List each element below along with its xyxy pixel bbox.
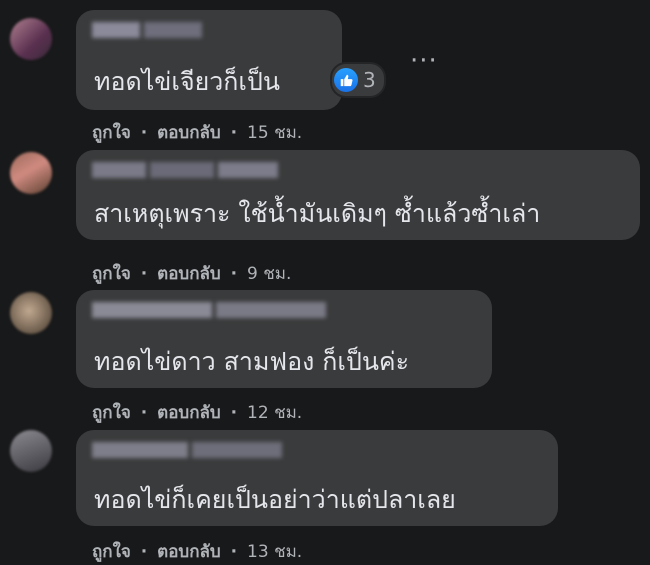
- avatar[interactable]: [10, 18, 52, 60]
- thumbs-up-icon: [334, 68, 358, 92]
- comment-text: สาเหตุเพราะ ใช้น้ำมันเดิมๆ ซ้ำแล้วซ้ำเล่…: [94, 199, 541, 228]
- commenter-name-blurred[interactable]: [92, 442, 282, 460]
- comment-bubble: ทอดไข่เจียวก็เป็น: [76, 10, 342, 110]
- comment-text: ทอดไข่เจียวก็เป็น: [94, 67, 280, 96]
- reaction-count: 3: [363, 68, 376, 92]
- comment-bubble: ทอดไข่ก็เคยเป็นอย่าว่าแต่ปลาเลย: [76, 430, 558, 526]
- more-options-icon[interactable]: ···: [410, 46, 438, 76]
- commenter-name-blurred[interactable]: [92, 22, 202, 40]
- comment-text: ทอดไข่ก็เคยเป็นอย่าว่าแต่ปลาเลย: [94, 485, 456, 514]
- reaction-summary[interactable]: 3: [330, 62, 386, 98]
- avatar[interactable]: [10, 430, 52, 472]
- avatar[interactable]: [10, 152, 52, 194]
- comment-bubble: ทอดไข่ดาว สามฟอง ก็เป็นค่ะ: [76, 290, 492, 388]
- comment-text: ทอดไข่ดาว สามฟอง ก็เป็นค่ะ: [94, 347, 410, 376]
- comment-item: ทอดไข่เจียวก็เป็น 3 ··· ถูกใจ · ตอบกลับ …: [0, 0, 650, 143]
- comment-bubble: สาเหตุเพราะ ใช้น้ำมันเดิมๆ ซ้ำแล้วซ้ำเล่…: [76, 150, 640, 240]
- comment-item: ทอดไข่ก็เคยเป็นอย่าว่าแต่ปลาเลย ถูกใจ · …: [0, 420, 650, 562]
- commenter-name-blurred[interactable]: [92, 302, 326, 320]
- separator: ·: [140, 542, 148, 562]
- commenter-name-blurred[interactable]: [92, 162, 278, 180]
- comment-item: สาเหตุเพราะ ใช้น้ำมันเดิมๆ ซ้ำแล้วซ้ำเล่…: [0, 140, 650, 284]
- comment-item: ทอดไข่ดาว สามฟอง ก็เป็นค่ะ ถูกใจ · ตอบกล…: [0, 280, 650, 423]
- separator: ·: [230, 542, 238, 562]
- avatar[interactable]: [10, 292, 52, 334]
